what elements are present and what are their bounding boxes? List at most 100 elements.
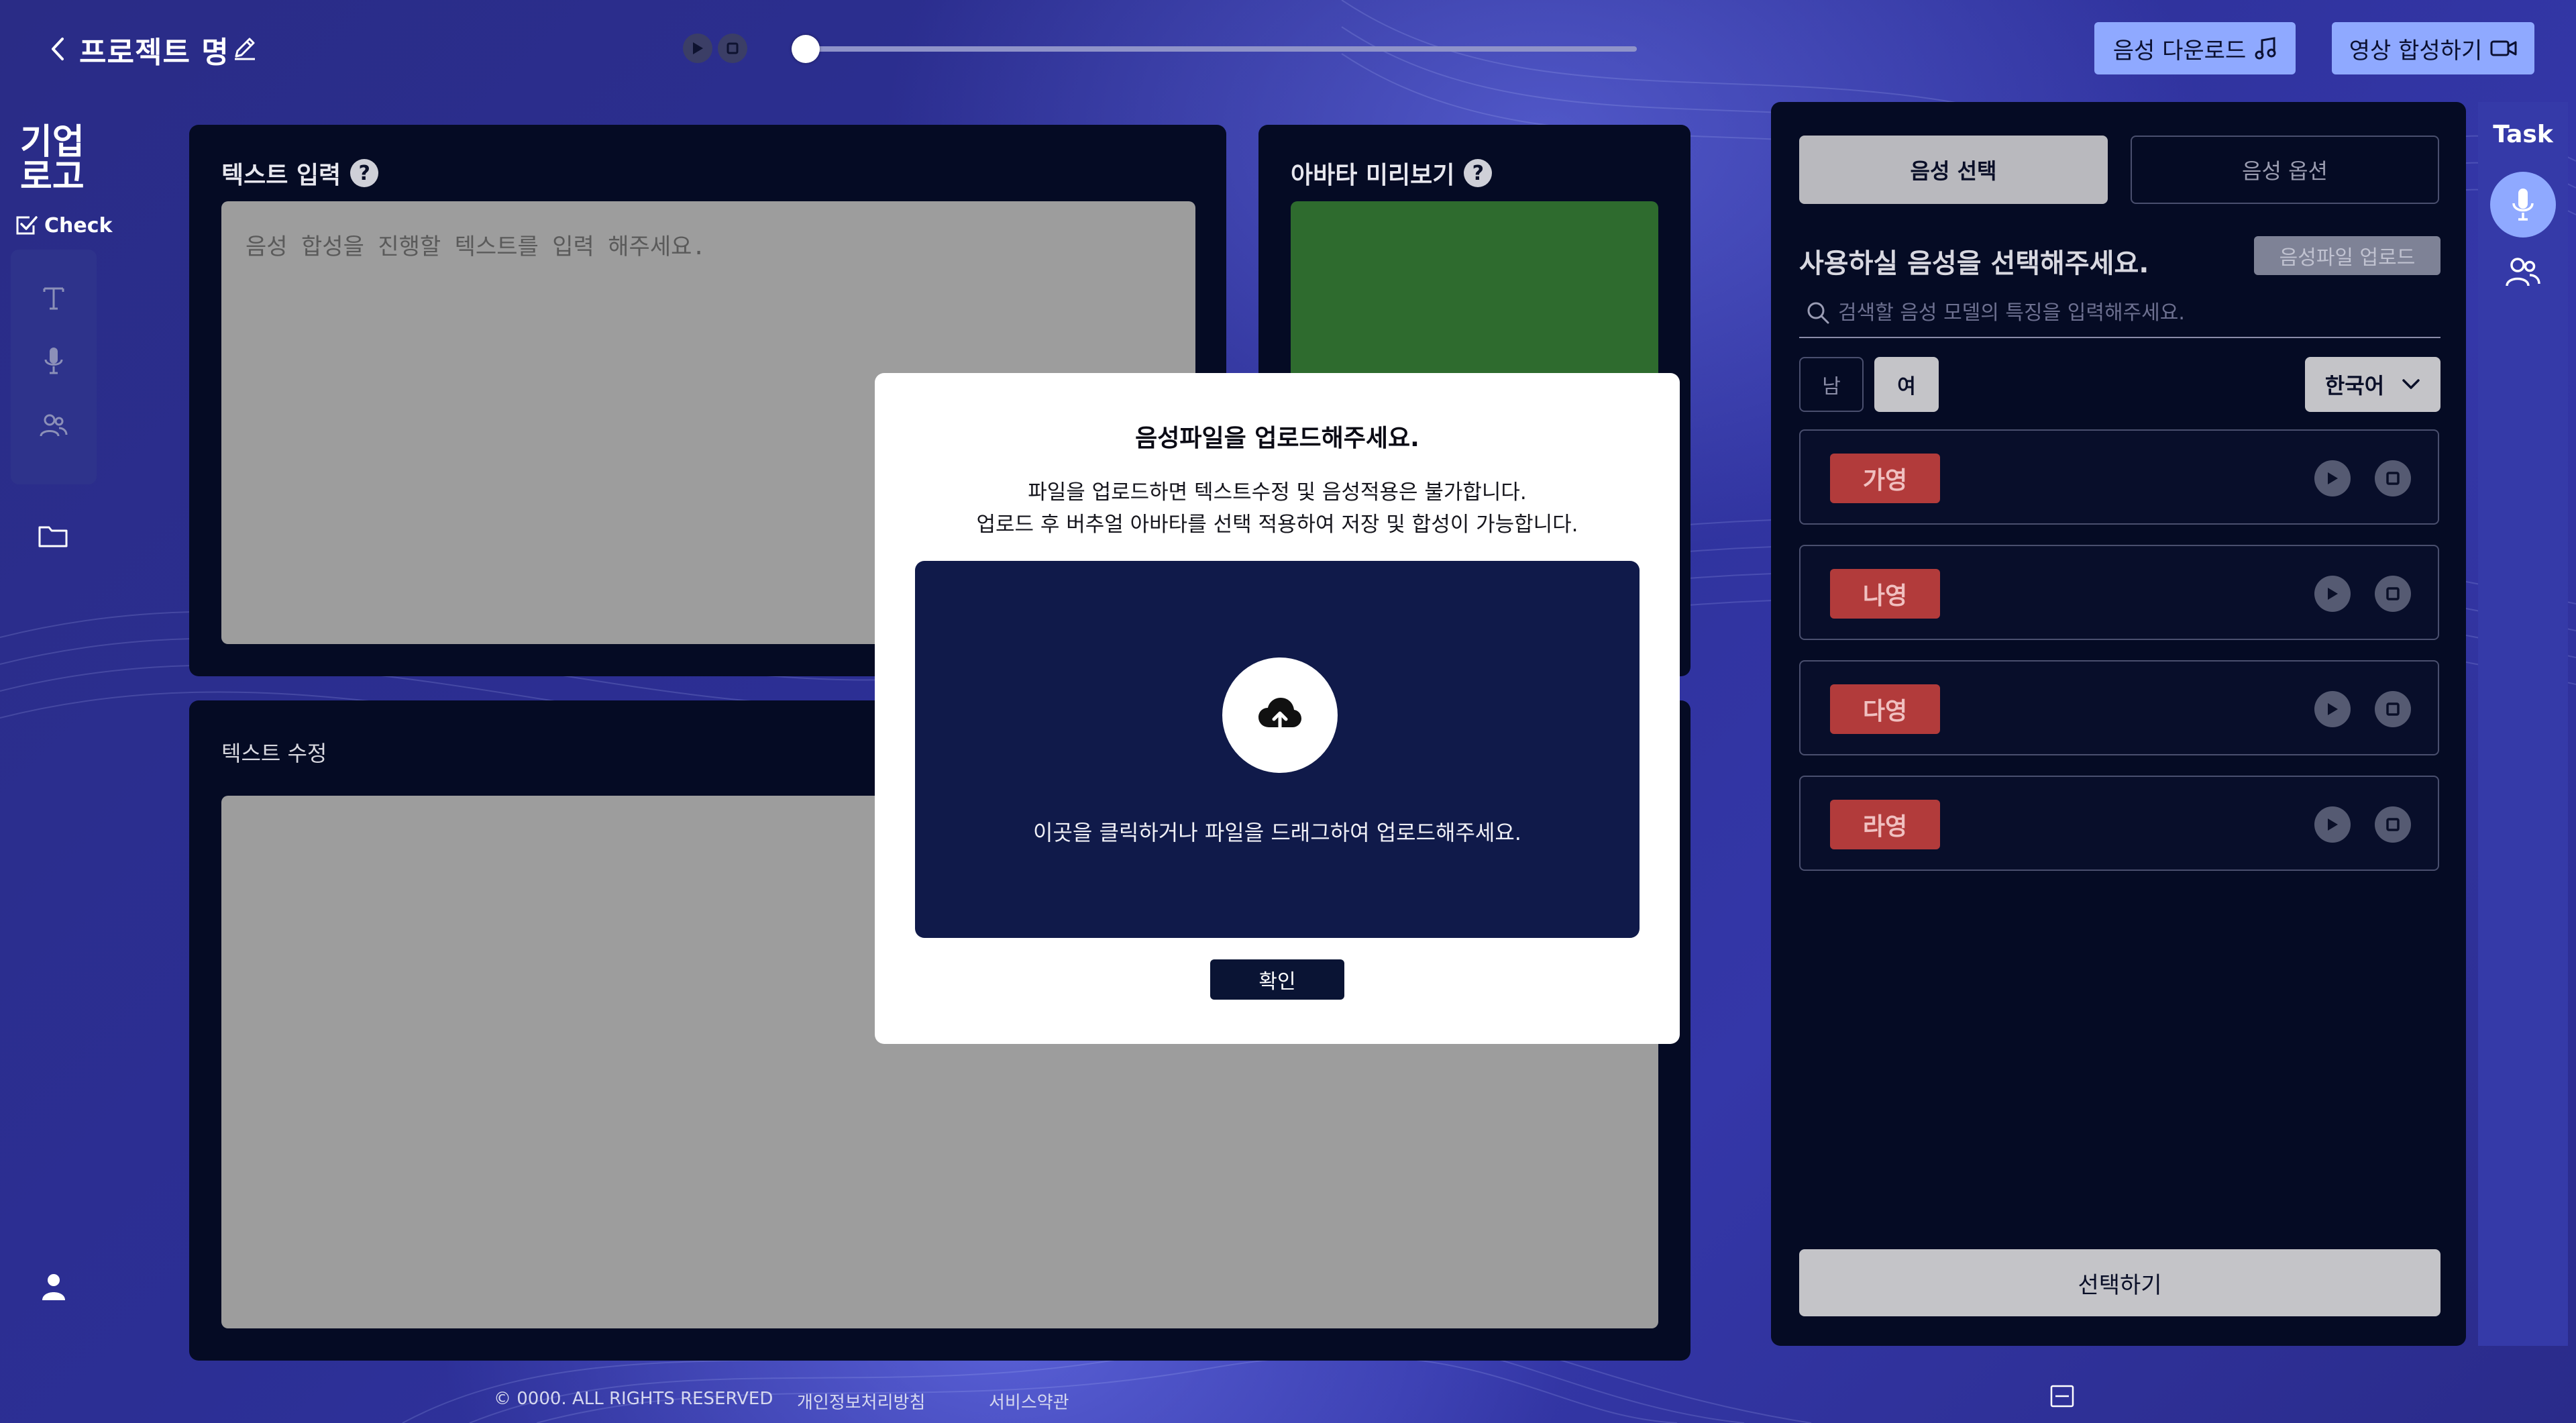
footer: © 0000. ALL RIGHTS RESERVED 개인정보처리방침 서비스…	[0, 1350, 2576, 1423]
company-logo-text: 기업 로고	[20, 122, 85, 197]
preview-stop-button[interactable]	[718, 34, 747, 63]
voice-stop-button[interactable]	[2375, 806, 2411, 843]
user-icon	[42, 1274, 65, 1300]
avatar-preview-title: 아바타 미리보기	[1291, 162, 1455, 189]
stop-icon	[2386, 472, 2400, 485]
check-label: Check	[44, 213, 113, 238]
voice-item[interactable]: 나영	[1799, 545, 2439, 640]
voice-item[interactable]: 라영	[1799, 776, 2439, 871]
voice-name-badge: 가영	[1830, 454, 1940, 503]
top-bar: 프로젝트 명 음성 다운로드 영상 합성하기	[0, 0, 2576, 101]
copyright-text: © 0000. ALL RIGHTS RESERVED	[494, 1389, 773, 1409]
voice-tool-button[interactable]	[11, 334, 97, 388]
play-icon	[2328, 819, 2338, 831]
voice-play-button[interactable]	[2314, 806, 2351, 843]
text-t-icon	[43, 287, 64, 310]
file-dropzone[interactable]: 이곳을 클릭하거나 파일을 드래그하여 업로드해주세요.	[915, 561, 1640, 938]
edit-title-button[interactable]	[231, 34, 259, 62]
left-sidebar: 기업 로고 Check	[0, 101, 112, 1342]
people-icon	[2506, 258, 2540, 286]
voice-stop-button[interactable]	[2375, 460, 2411, 496]
stop-icon	[2386, 702, 2400, 716]
preview-play-button[interactable]	[683, 34, 712, 63]
stop-icon	[2386, 818, 2400, 831]
dropzone-text: 이곳을 클릭하거나 파일을 드래그하여 업로드해주세요.	[1033, 820, 1521, 845]
play-icon	[2328, 588, 2338, 600]
voice-play-button[interactable]	[2314, 691, 2351, 727]
stop-icon	[2386, 587, 2400, 600]
language-select[interactable]: 한국어	[2305, 357, 2440, 412]
music-note-icon	[2255, 37, 2276, 60]
download-audio-label: 음성 다운로드	[2112, 37, 2247, 64]
search-icon	[1807, 302, 1829, 324]
voice-name-badge: 나영	[1830, 569, 1940, 619]
people-icon	[40, 414, 68, 437]
minimize-button[interactable]	[2050, 1385, 2074, 1408]
voice-play-button[interactable]	[2314, 460, 2351, 496]
tab-voice-option[interactable]: 음성 옵션	[2131, 136, 2439, 204]
microphone-icon	[2512, 189, 2534, 221]
chevron-left-icon	[52, 38, 64, 60]
modal-description-line-2: 업로드 후 버추얼 아바타를 선택 적용하여 저장 및 합성이 가능합니다.	[976, 513, 1578, 537]
task-avatar-button[interactable]	[2490, 239, 2556, 305]
text-tool-button[interactable]	[11, 271, 97, 325]
upload-voice-file-button[interactable]: 음성파일 업로드	[2254, 236, 2440, 275]
chevron-down-icon	[2402, 379, 2420, 389]
cloud-upload-icon	[1258, 698, 1301, 731]
task-rail: Task	[2478, 102, 2568, 1346]
text-edit-title: 텍스트 수정	[221, 741, 327, 766]
voice-item[interactable]: 다영	[1799, 660, 2439, 755]
language-value: 한국어	[2324, 373, 2385, 399]
privacy-policy-link[interactable]: 개인정보처리방침	[797, 1389, 925, 1414]
check-button[interactable]: Check	[15, 213, 112, 238]
voice-name-badge: 라영	[1830, 800, 1940, 849]
play-icon	[2328, 703, 2338, 715]
compose-video-button[interactable]: 영상 합성하기	[2332, 22, 2534, 74]
back-button[interactable]	[44, 34, 71, 64]
play-icon	[693, 42, 703, 54]
confirm-button[interactable]: 확인	[1210, 959, 1344, 1000]
project-title: 프로젝트 명	[79, 36, 229, 70]
folder-icon	[38, 526, 68, 547]
folder-button[interactable]	[37, 522, 69, 550]
gender-male-filter[interactable]: 남	[1799, 357, 1864, 412]
tool-group	[11, 250, 97, 484]
voice-item[interactable]: 가영	[1799, 429, 2439, 525]
voice-heading: 사용하실 음성을 선택해주세요.	[1799, 248, 2149, 279]
user-profile-button[interactable]	[40, 1272, 67, 1302]
upload-modal: 음성파일을 업로드해주세요. 파일을 업로드하면 텍스트수정 및 음성적용은 불…	[875, 373, 1680, 1044]
select-voice-button[interactable]: 선택하기	[1799, 1249, 2440, 1316]
task-voice-button[interactable]	[2490, 172, 2556, 238]
help-icon[interactable]: ?	[1464, 159, 1493, 187]
voice-stop-button[interactable]	[2375, 576, 2411, 612]
microphone-icon	[44, 348, 63, 374]
tab-voice-select[interactable]: 음성 선택	[1799, 136, 2108, 204]
download-audio-button[interactable]: 음성 다운로드	[2094, 22, 2296, 74]
text-input-title-row: 텍스트 입력 ?	[221, 156, 379, 191]
checkbox-check-icon	[16, 216, 38, 235]
terms-link[interactable]: 서비스약관	[989, 1389, 1069, 1414]
play-icon	[2328, 472, 2338, 484]
avatar-tool-button[interactable]	[11, 399, 97, 452]
voice-search-input[interactable]	[1838, 295, 2428, 330]
minimize-icon	[2050, 1385, 2074, 1408]
playback-slider[interactable]	[792, 35, 1637, 63]
voice-name-badge: 다영	[1830, 684, 1940, 734]
company-logo[interactable]: 기업 로고	[20, 125, 94, 195]
pencil-icon	[235, 38, 255, 60]
text-input-title: 텍스트 입력	[221, 162, 341, 189]
help-icon[interactable]: ?	[350, 159, 379, 187]
gender-female-filter[interactable]: 여	[1874, 357, 1939, 412]
playback-slider-knob[interactable]	[792, 35, 820, 63]
voice-stop-button[interactable]	[2375, 691, 2411, 727]
task-label: Task	[2493, 121, 2553, 148]
stop-icon	[727, 42, 739, 54]
compose-video-label: 영상 합성하기	[2349, 37, 2483, 64]
avatar-preview-title-row: 아바타 미리보기 ?	[1291, 156, 1493, 191]
voice-search	[1799, 287, 2440, 338]
upload-circle	[1222, 657, 1338, 773]
voice-panel: 음성 선택 음성 옵션 사용하실 음성을 선택해주세요. 음성파일 업로드 남 …	[1771, 102, 2466, 1346]
voice-play-button[interactable]	[2314, 576, 2351, 612]
video-camera-icon	[2490, 40, 2517, 56]
modal-description-line-1: 파일을 업로드하면 텍스트수정 및 음성적용은 불가합니다.	[1028, 480, 1527, 505]
